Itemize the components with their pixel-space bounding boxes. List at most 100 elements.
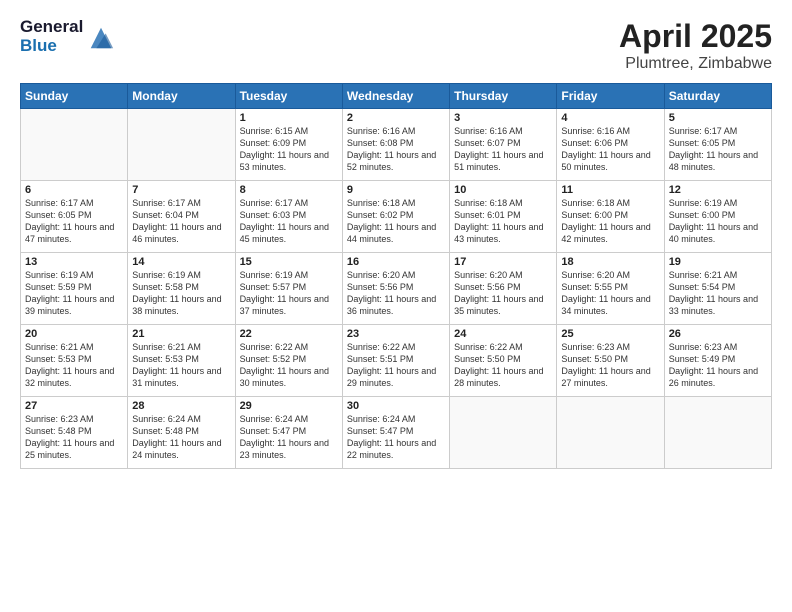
day-info: Sunrise: 6:20 AM Sunset: 5:56 PM Dayligh… — [454, 269, 552, 318]
logo-icon — [87, 24, 115, 52]
day-info: Sunrise: 6:22 AM Sunset: 5:52 PM Dayligh… — [240, 341, 338, 390]
header-friday: Friday — [557, 84, 664, 109]
logo-general: General — [20, 18, 83, 37]
day-number: 29 — [240, 400, 338, 412]
calendar-cell — [557, 397, 664, 469]
day-number: 20 — [25, 328, 123, 340]
calendar-cell: 6Sunrise: 6:17 AM Sunset: 6:05 PM Daylig… — [21, 181, 128, 253]
day-number: 26 — [669, 328, 767, 340]
calendar-cell: 29Sunrise: 6:24 AM Sunset: 5:47 PM Dayli… — [235, 397, 342, 469]
day-info: Sunrise: 6:18 AM Sunset: 6:00 PM Dayligh… — [561, 197, 659, 246]
calendar-cell: 30Sunrise: 6:24 AM Sunset: 5:47 PM Dayli… — [342, 397, 449, 469]
week-row-5: 27Sunrise: 6:23 AM Sunset: 5:48 PM Dayli… — [21, 397, 772, 469]
calendar-cell: 28Sunrise: 6:24 AM Sunset: 5:48 PM Dayli… — [128, 397, 235, 469]
day-info: Sunrise: 6:23 AM Sunset: 5:48 PM Dayligh… — [25, 413, 123, 462]
day-number: 3 — [454, 112, 552, 124]
weekday-header-row: Sunday Monday Tuesday Wednesday Thursday… — [21, 84, 772, 109]
day-number: 10 — [454, 184, 552, 196]
page: General Blue April 2025 Plumtree, Zimbab… — [0, 0, 792, 612]
calendar-cell — [21, 109, 128, 181]
calendar-cell: 24Sunrise: 6:22 AM Sunset: 5:50 PM Dayli… — [450, 325, 557, 397]
day-info: Sunrise: 6:18 AM Sunset: 6:02 PM Dayligh… — [347, 197, 445, 246]
day-number: 7 — [132, 184, 230, 196]
day-number: 18 — [561, 256, 659, 268]
calendar-cell: 27Sunrise: 6:23 AM Sunset: 5:48 PM Dayli… — [21, 397, 128, 469]
day-info: Sunrise: 6:22 AM Sunset: 5:51 PM Dayligh… — [347, 341, 445, 390]
calendar-cell: 18Sunrise: 6:20 AM Sunset: 5:55 PM Dayli… — [557, 253, 664, 325]
calendar-cell: 22Sunrise: 6:22 AM Sunset: 5:52 PM Dayli… — [235, 325, 342, 397]
day-info: Sunrise: 6:21 AM Sunset: 5:54 PM Dayligh… — [669, 269, 767, 318]
calendar-cell: 4Sunrise: 6:16 AM Sunset: 6:06 PM Daylig… — [557, 109, 664, 181]
calendar-cell: 20Sunrise: 6:21 AM Sunset: 5:53 PM Dayli… — [21, 325, 128, 397]
calendar-cell: 14Sunrise: 6:19 AM Sunset: 5:58 PM Dayli… — [128, 253, 235, 325]
day-info: Sunrise: 6:23 AM Sunset: 5:49 PM Dayligh… — [669, 341, 767, 390]
day-number: 17 — [454, 256, 552, 268]
calendar-cell: 11Sunrise: 6:18 AM Sunset: 6:00 PM Dayli… — [557, 181, 664, 253]
day-number: 13 — [25, 256, 123, 268]
day-info: Sunrise: 6:22 AM Sunset: 5:50 PM Dayligh… — [454, 341, 552, 390]
calendar-cell: 1Sunrise: 6:15 AM Sunset: 6:09 PM Daylig… — [235, 109, 342, 181]
day-number: 19 — [669, 256, 767, 268]
day-info: Sunrise: 6:16 AM Sunset: 6:07 PM Dayligh… — [454, 125, 552, 174]
day-info: Sunrise: 6:16 AM Sunset: 6:08 PM Dayligh… — [347, 125, 445, 174]
day-info: Sunrise: 6:20 AM Sunset: 5:56 PM Dayligh… — [347, 269, 445, 318]
logo: General Blue — [20, 18, 115, 55]
calendar-cell: 12Sunrise: 6:19 AM Sunset: 6:00 PM Dayli… — [664, 181, 771, 253]
logo-text: General Blue — [20, 18, 83, 55]
day-number: 11 — [561, 184, 659, 196]
day-info: Sunrise: 6:21 AM Sunset: 5:53 PM Dayligh… — [132, 341, 230, 390]
day-info: Sunrise: 6:24 AM Sunset: 5:47 PM Dayligh… — [240, 413, 338, 462]
day-info: Sunrise: 6:17 AM Sunset: 6:03 PM Dayligh… — [240, 197, 338, 246]
day-info: Sunrise: 6:17 AM Sunset: 6:05 PM Dayligh… — [25, 197, 123, 246]
title-block: April 2025 Plumtree, Zimbabwe — [619, 18, 772, 73]
subtitle: Plumtree, Zimbabwe — [619, 55, 772, 73]
day-number: 14 — [132, 256, 230, 268]
calendar-cell: 10Sunrise: 6:18 AM Sunset: 6:01 PM Dayli… — [450, 181, 557, 253]
day-number: 21 — [132, 328, 230, 340]
day-number: 8 — [240, 184, 338, 196]
day-info: Sunrise: 6:17 AM Sunset: 6:05 PM Dayligh… — [669, 125, 767, 174]
calendar-cell: 17Sunrise: 6:20 AM Sunset: 5:56 PM Dayli… — [450, 253, 557, 325]
day-number: 2 — [347, 112, 445, 124]
day-info: Sunrise: 6:15 AM Sunset: 6:09 PM Dayligh… — [240, 125, 338, 174]
day-number: 5 — [669, 112, 767, 124]
day-info: Sunrise: 6:19 AM Sunset: 6:00 PM Dayligh… — [669, 197, 767, 246]
day-number: 6 — [25, 184, 123, 196]
header: General Blue April 2025 Plumtree, Zimbab… — [20, 18, 772, 73]
day-info: Sunrise: 6:21 AM Sunset: 5:53 PM Dayligh… — [25, 341, 123, 390]
day-info: Sunrise: 6:20 AM Sunset: 5:55 PM Dayligh… — [561, 269, 659, 318]
day-info: Sunrise: 6:19 AM Sunset: 5:59 PM Dayligh… — [25, 269, 123, 318]
calendar-cell — [128, 109, 235, 181]
calendar-cell: 2Sunrise: 6:16 AM Sunset: 6:08 PM Daylig… — [342, 109, 449, 181]
header-tuesday: Tuesday — [235, 84, 342, 109]
day-number: 22 — [240, 328, 338, 340]
day-info: Sunrise: 6:19 AM Sunset: 5:57 PM Dayligh… — [240, 269, 338, 318]
header-saturday: Saturday — [664, 84, 771, 109]
calendar-cell — [450, 397, 557, 469]
header-sunday: Sunday — [21, 84, 128, 109]
header-monday: Monday — [128, 84, 235, 109]
header-wednesday: Wednesday — [342, 84, 449, 109]
calendar-cell: 7Sunrise: 6:17 AM Sunset: 6:04 PM Daylig… — [128, 181, 235, 253]
week-row-4: 20Sunrise: 6:21 AM Sunset: 5:53 PM Dayli… — [21, 325, 772, 397]
calendar-cell — [664, 397, 771, 469]
calendar-cell: 5Sunrise: 6:17 AM Sunset: 6:05 PM Daylig… — [664, 109, 771, 181]
day-number: 12 — [669, 184, 767, 196]
week-row-2: 6Sunrise: 6:17 AM Sunset: 6:05 PM Daylig… — [21, 181, 772, 253]
day-number: 1 — [240, 112, 338, 124]
main-title: April 2025 — [619, 18, 772, 55]
calendar-cell: 26Sunrise: 6:23 AM Sunset: 5:49 PM Dayli… — [664, 325, 771, 397]
week-row-3: 13Sunrise: 6:19 AM Sunset: 5:59 PM Dayli… — [21, 253, 772, 325]
day-number: 16 — [347, 256, 445, 268]
day-info: Sunrise: 6:16 AM Sunset: 6:06 PM Dayligh… — [561, 125, 659, 174]
calendar-cell: 15Sunrise: 6:19 AM Sunset: 5:57 PM Dayli… — [235, 253, 342, 325]
day-info: Sunrise: 6:23 AM Sunset: 5:50 PM Dayligh… — [561, 341, 659, 390]
day-number: 23 — [347, 328, 445, 340]
calendar-cell: 13Sunrise: 6:19 AM Sunset: 5:59 PM Dayli… — [21, 253, 128, 325]
calendar-cell: 16Sunrise: 6:20 AM Sunset: 5:56 PM Dayli… — [342, 253, 449, 325]
calendar-cell: 8Sunrise: 6:17 AM Sunset: 6:03 PM Daylig… — [235, 181, 342, 253]
header-thursday: Thursday — [450, 84, 557, 109]
calendar-cell: 21Sunrise: 6:21 AM Sunset: 5:53 PM Dayli… — [128, 325, 235, 397]
day-number: 28 — [132, 400, 230, 412]
week-row-1: 1Sunrise: 6:15 AM Sunset: 6:09 PM Daylig… — [21, 109, 772, 181]
